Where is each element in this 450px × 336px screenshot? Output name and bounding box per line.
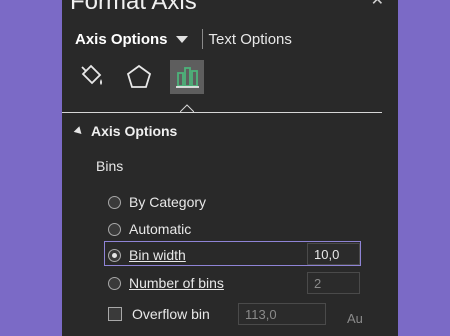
chevron-down-icon[interactable] xyxy=(175,35,188,43)
tab-indicator-icon xyxy=(180,104,194,113)
radio-label: Bin width xyxy=(129,247,186,263)
overflow-bin-input[interactable]: 113,0 xyxy=(238,303,326,325)
fill-line-icon[interactable] xyxy=(74,60,108,94)
bin-width-input[interactable]: 10,0 xyxy=(307,243,360,265)
radio-label: Number of bins xyxy=(129,275,224,291)
bar-chart-options-icon[interactable] xyxy=(170,60,204,94)
radio-bin-width[interactable]: Bin width xyxy=(108,247,186,263)
number-of-bins-input[interactable]: 2 xyxy=(307,272,360,294)
checkbox-overflow-bin[interactable]: Overflow bin xyxy=(108,306,210,322)
axis-options-section-header[interactable]: Axis Options xyxy=(73,123,178,139)
format-axis-pane: Format Axis ✕ Axis Options Text Options xyxy=(62,0,398,336)
radio-icon[interactable] xyxy=(108,222,121,236)
radio-by-category[interactable]: By Category xyxy=(108,194,206,210)
pane-title: Format Axis xyxy=(70,0,197,15)
checkbox-icon[interactable] xyxy=(108,307,122,321)
category-icons xyxy=(74,60,204,94)
radio-icon[interactable] xyxy=(108,276,121,290)
radio-automatic[interactable]: Automatic xyxy=(108,221,191,237)
tab-divider xyxy=(201,29,203,49)
tab-text-options[interactable]: Text Options xyxy=(209,31,292,48)
checkbox-label: Overflow bin xyxy=(132,306,210,322)
radio-icon[interactable] xyxy=(108,195,121,209)
section-divider xyxy=(62,112,382,113)
radio-number-of-bins[interactable]: Number of bins xyxy=(108,275,224,291)
close-icon[interactable]: ✕ xyxy=(371,0,384,10)
section-header-label: Axis Options xyxy=(91,123,178,139)
auto-button-label[interactable]: Au xyxy=(347,311,363,326)
tab-axis-options[interactable]: Axis Options xyxy=(75,31,168,48)
radio-label: Automatic xyxy=(129,221,192,237)
collapse-triangle-icon[interactable] xyxy=(73,125,85,137)
bins-label: Bins xyxy=(96,158,124,174)
pentagon-effects-icon[interactable] xyxy=(122,60,156,94)
radio-label: By Category xyxy=(129,194,207,210)
options-tabs: Axis Options Text Options xyxy=(75,29,292,49)
radio-selected-icon[interactable] xyxy=(108,248,121,262)
